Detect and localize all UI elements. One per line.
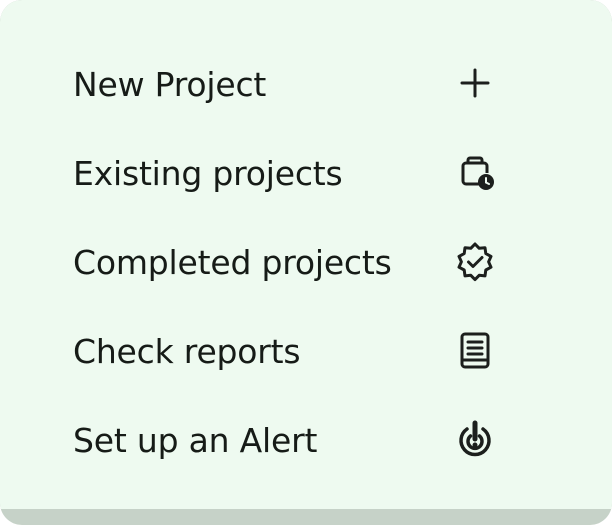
menu-surface: New Project Existing projects Completed … — [0, 0, 612, 509]
report-document-icon — [454, 329, 496, 371]
menu-item-new-project[interactable]: New Project — [0, 40, 612, 129]
menu-item-completed-projects[interactable]: Completed projects — [0, 218, 612, 307]
menu-item-label: Check reports — [73, 332, 301, 371]
briefcase-clock-icon — [454, 151, 496, 193]
menu-item-existing-projects[interactable]: Existing projects — [0, 129, 612, 218]
menu-item-label: Existing projects — [73, 154, 343, 193]
menu-item-check-reports[interactable]: Check reports — [0, 307, 612, 396]
menu-item-label: Set up an Alert — [73, 421, 318, 460]
dropdown-menu-card: New Project Existing projects Completed … — [0, 0, 612, 525]
menu-list: New Project Existing projects Completed … — [0, 40, 612, 485]
alert-target-icon — [454, 418, 496, 460]
plus-icon — [454, 62, 496, 104]
menu-item-label: New Project — [73, 65, 267, 104]
verified-badge-icon — [454, 240, 496, 282]
menu-item-set-up-alert[interactable]: Set up an Alert — [0, 396, 612, 485]
menu-item-label: Completed projects — [73, 243, 392, 282]
